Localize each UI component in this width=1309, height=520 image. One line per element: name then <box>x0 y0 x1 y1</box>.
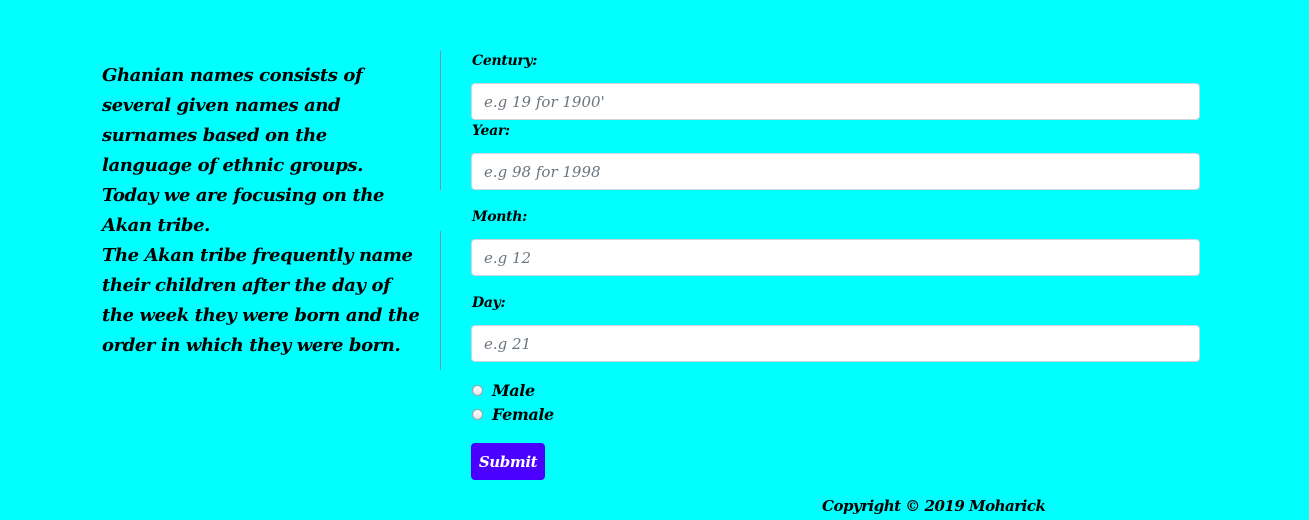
century-input[interactable] <box>471 83 1200 120</box>
vertical-divider <box>440 231 441 370</box>
day-label: Day: <box>472 295 506 311</box>
copyright-footer: Copyright © 2019 Moharick <box>822 497 1046 515</box>
female-radio-label: Female <box>492 404 554 424</box>
month-input[interactable] <box>471 239 1200 276</box>
gender-option-male[interactable]: Male <box>471 380 535 400</box>
century-label: Century: <box>472 53 538 69</box>
day-input[interactable] <box>471 325 1200 362</box>
intro-paragraph-akan-tribe: The Akan tribe frequently name their chi… <box>102 245 420 356</box>
submit-button[interactable]: Submit <box>471 443 545 480</box>
intro-paragraph-ghanian-names: Ghanian names consists of several given … <box>102 65 385 236</box>
year-input[interactable] <box>471 153 1200 190</box>
gender-option-female[interactable]: Female <box>471 404 554 424</box>
year-label: Year: <box>472 123 510 139</box>
vertical-divider <box>440 51 441 190</box>
female-radio-button[interactable] <box>472 408 483 420</box>
male-radio-button[interactable] <box>472 384 483 396</box>
month-label: Month: <box>472 209 528 225</box>
male-radio-label: Male <box>492 380 535 400</box>
